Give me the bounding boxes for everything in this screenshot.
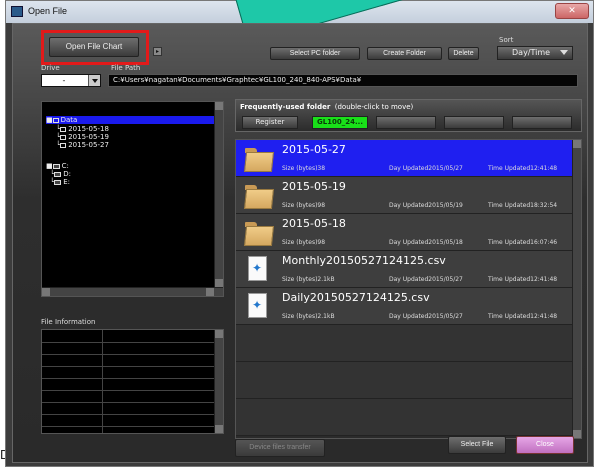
scroll-down-icon[interactable] <box>215 279 223 287</box>
grid-line <box>42 426 214 427</box>
tree-item-folder[interactable]: └ 2015-05-27 <box>56 141 109 149</box>
file-information-grid <box>41 329 224 434</box>
tree-item-folder[interactable]: └ 2015-05-19 <box>56 133 109 141</box>
sort-select[interactable]: Day/Time <box>497 46 573 60</box>
file-row[interactable]: 2015-05-18 Size (bytes)98 Day Updated201… <box>236 214 573 251</box>
csv-file-icon <box>248 256 267 281</box>
frequent-folder-slot-3[interactable] <box>444 116 504 129</box>
folder-icon <box>60 126 67 132</box>
file-path-label: File Path <box>111 64 141 72</box>
frequent-folder-panel: Frequently-used folder (double-click to … <box>235 99 582 132</box>
file-list: 2015-05-27 Size (bytes)38 Day Updated201… <box>235 139 582 439</box>
folder-icon <box>60 142 67 148</box>
frequent-folder-slot-2[interactable] <box>376 116 436 129</box>
highlight-box <box>41 30 149 65</box>
file-row-empty <box>236 399 573 436</box>
close-button[interactable]: Close <box>516 436 574 454</box>
file-information-label: File Information <box>41 318 96 326</box>
folder-icon <box>245 220 271 244</box>
drive-label: Drive <box>41 64 60 72</box>
scroll-right-icon[interactable] <box>206 288 214 296</box>
sort-value: Day/Time <box>512 48 551 57</box>
frequent-folder-slot-1[interactable]: GL100_24... <box>312 116 368 129</box>
frequent-folder-slot-4[interactable] <box>512 116 572 129</box>
scroll-down-icon[interactable] <box>215 425 223 433</box>
scroll-up-icon[interactable] <box>215 102 223 110</box>
delete-button[interactable]: Delete <box>448 47 479 60</box>
open-file-window: Open File ✕ Open File Chart ▸ Select PC … <box>5 0 594 467</box>
csv-file-icon <box>248 293 267 318</box>
window-close-button[interactable]: ✕ <box>555 3 589 19</box>
file-row-empty <box>236 362 573 399</box>
tree-vertical-scrollbar[interactable] <box>214 102 223 296</box>
dialog-body: Open File Chart ▸ Select PC folder Creat… <box>12 23 588 463</box>
tree-item-drive[interactable]: └ E: <box>50 178 70 186</box>
grid-line <box>42 414 214 415</box>
sort-label: Sort <box>499 36 514 44</box>
tree-item-data[interactable]: ■ Data <box>46 116 216 124</box>
scroll-left-icon[interactable] <box>42 288 50 296</box>
select-pc-folder-button[interactable]: Select PC folder <box>270 47 360 60</box>
folder-icon <box>52 117 59 123</box>
folder-icon <box>245 183 271 207</box>
folder-icon <box>60 134 67 140</box>
select-file-button[interactable]: Select File <box>448 436 506 454</box>
frequent-folder-title: Frequently-used folder (double-click to … <box>240 103 414 111</box>
grid-line <box>42 366 214 367</box>
device-files-transfer-button[interactable]: Device files transfer <box>235 439 325 457</box>
drive-icon <box>52 163 60 169</box>
file-row[interactable]: Monthly20150527124125.csv Size (bytes)2.… <box>236 251 573 288</box>
scroll-up-icon[interactable] <box>573 140 581 148</box>
file-row[interactable]: Daily20150527124125.csv Size (bytes)2.1k… <box>236 288 573 325</box>
drive-select[interactable]: - <box>41 74 101 87</box>
tree-item-drive[interactable]: ■ C: <box>46 162 69 170</box>
file-path-field[interactable]: C:¥Users¥nagatan¥Documents¥Graphtec¥GL10… <box>108 74 578 87</box>
grid-line <box>42 342 214 343</box>
folder-icon <box>245 146 271 170</box>
scroll-up-icon[interactable] <box>215 330 223 338</box>
create-folder-button[interactable]: Create Folder <box>367 47 442 60</box>
folder-tree: ■ Data └ 2015-05-18 └ 2015-05-19 └ 2015-05-2… <box>41 101 224 297</box>
register-button[interactable]: Register <box>242 116 298 129</box>
drive-value: - <box>62 76 66 85</box>
drive-icon <box>54 179 62 185</box>
grid-line <box>42 390 214 391</box>
tree-item-drive[interactable]: └ D: <box>50 170 71 178</box>
file-info-scrollbar[interactable] <box>214 330 223 433</box>
file-row-empty <box>236 325 573 362</box>
file-row[interactable]: 2015-05-27 Size (bytes)38 Day Updated201… <box>236 140 573 177</box>
file-list-scrollbar[interactable] <box>572 140 581 438</box>
scroll-down-icon[interactable] <box>573 430 581 438</box>
grid-line <box>42 378 214 379</box>
file-row[interactable]: 2015-05-19 Size (bytes)98 Day Updated201… <box>236 177 573 214</box>
grid-line <box>42 402 214 403</box>
drive-icon <box>54 171 62 177</box>
grid-line <box>42 354 214 355</box>
tree-item-folder[interactable]: └ 2015-05-18 <box>56 125 109 133</box>
small-toggle-button[interactable]: ▸ <box>153 47 162 56</box>
grid-divider <box>102 330 103 433</box>
tree-horizontal-scrollbar[interactable] <box>42 287 223 296</box>
chevron-down-icon <box>88 75 100 86</box>
window-title: Open File <box>28 6 68 16</box>
app-icon <box>11 6 23 17</box>
chevron-down-icon <box>560 50 568 55</box>
